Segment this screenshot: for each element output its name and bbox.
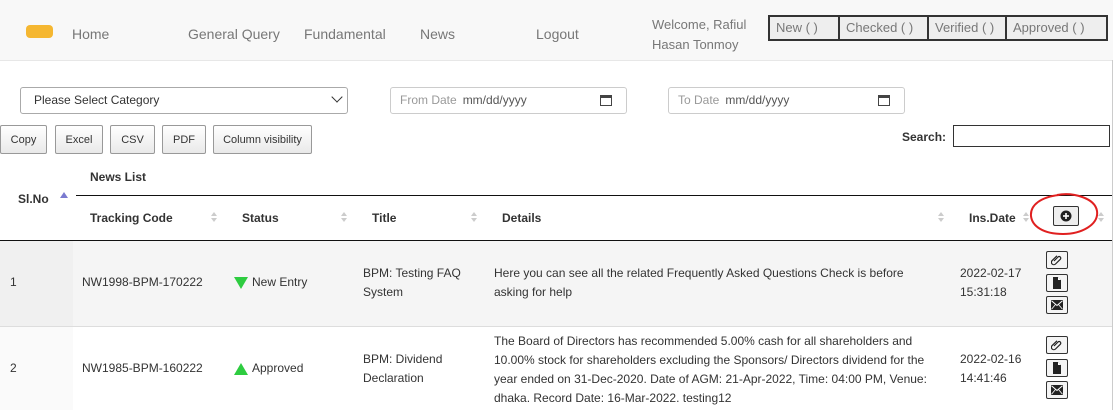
new-status-button[interactable]: New ( ) (768, 15, 840, 41)
arrow-up-green-icon (234, 362, 248, 375)
file-icon (1053, 277, 1061, 289)
attachment-button[interactable] (1046, 251, 1068, 269)
row-tracking-code: NW1985-BPM-160222 (82, 361, 203, 375)
row-date: 2022-02-16 (960, 352, 1022, 366)
details-header[interactable]: Details (502, 211, 541, 225)
document-button[interactable] (1046, 274, 1068, 292)
row-details-line: Here you can see all the related Frequen… (494, 266, 904, 280)
welcome-line1: Welcome, Rafiul (652, 17, 747, 32)
news-list-group-header: News List (90, 170, 147, 184)
header-divider (76, 195, 1112, 196)
search-label: Search: (902, 130, 947, 144)
sort-icon (1098, 212, 1105, 222)
top-navbar: Home General Query Fundamental News Logo… (0, 0, 1113, 61)
welcome-user-name: Hasan Tonmoy (652, 37, 739, 52)
sort-icon (211, 212, 218, 222)
row-time: 14:41:46 (960, 371, 1007, 385)
from-date-format: mm/dd/yyyy (462, 93, 527, 107)
row-status-text: Approved (252, 361, 304, 375)
nav-news-link[interactable]: News (420, 26, 455, 42)
approved-status-button[interactable]: Approved ( ) (1005, 15, 1108, 41)
sort-icon (471, 212, 478, 222)
paperclip-icon (1051, 255, 1062, 266)
row-title-line: BPM: Testing FAQ (363, 266, 461, 280)
column-visibility-button[interactable]: Column visibility (213, 125, 312, 154)
to-date-input[interactable]: To Date mm/dd/yyyy (668, 87, 905, 114)
row-slno: 2 (10, 361, 17, 375)
sort-icon (938, 212, 945, 222)
brand-logo[interactable] (26, 25, 53, 38)
status-header[interactable]: Status (242, 211, 279, 225)
row-details: Here you can see all the related Frequen… (494, 264, 904, 302)
tracking-code-header[interactable]: Tracking Code (90, 211, 173, 225)
row-status: New Entry (234, 273, 307, 292)
excel-button[interactable]: Excel (55, 125, 103, 154)
row-details: The Board of Directors has recommended 5… (494, 332, 927, 408)
attachment-button[interactable] (1046, 336, 1068, 354)
email-button[interactable] (1046, 381, 1068, 399)
csv-button[interactable]: CSV (110, 125, 155, 154)
chevron-down-icon (331, 91, 343, 103)
row-ins-date: 2022-02-17 15:31:18 (960, 264, 1021, 302)
row-status-text: New Entry (252, 275, 308, 289)
table-row: 2 NW1985-BPM-160222 Approved BPM: Divide… (0, 327, 1113, 410)
to-date-label: To Date (678, 93, 720, 107)
from-date-label: From Date (400, 93, 457, 107)
row-time: 15:31:18 (960, 285, 1007, 299)
nav-home-link[interactable]: Home (72, 26, 109, 42)
arrow-down-green-icon (234, 276, 248, 289)
category-select-value: Please Select Category (34, 93, 160, 107)
envelope-icon (1051, 385, 1063, 395)
to-date-format: mm/dd/yyyy (725, 93, 790, 107)
calendar-icon[interactable] (600, 95, 612, 106)
row-slno: 1 (10, 275, 17, 289)
email-button[interactable] (1046, 296, 1068, 314)
category-select[interactable]: Please Select Category (20, 87, 348, 114)
row-title-line: System (363, 285, 404, 299)
checked-status-button[interactable]: Checked ( ) (838, 15, 929, 41)
ins-date-header[interactable]: Ins.Date (969, 211, 1016, 225)
row-details-line: dhaka. Record Date: 16-Mar-2022. testing… (494, 391, 732, 405)
nav-logout-link[interactable]: Logout (536, 26, 579, 42)
row-tracking-code: NW1998-BPM-170222 (82, 275, 203, 289)
row-title: BPM: Dividend Declaration (363, 350, 442, 388)
row-details-line: 10.00% stock for shareholders excluding … (494, 353, 925, 367)
verified-status-button[interactable]: Verified ( ) (927, 15, 1007, 41)
row-date: 2022-02-17 (960, 266, 1022, 280)
pdf-button[interactable]: PDF (162, 125, 206, 154)
row-details-line: year ended on 31-Dec-2020. Date of AGM: … (494, 372, 927, 386)
copy-button[interactable]: Copy (0, 125, 47, 154)
table-row: 1 NW1998-BPM-170222 New Entry BPM: Testi… (0, 241, 1113, 327)
sort-asc-icon (60, 192, 68, 198)
file-icon (1053, 362, 1061, 374)
row-details-line: asking for help (494, 285, 573, 299)
row-title: BPM: Testing FAQ System (363, 264, 461, 302)
paperclip-icon (1051, 340, 1062, 351)
sort-icon (341, 212, 348, 222)
welcome-text: Welcome, Rafiul Hasan Tonmoy (652, 15, 746, 55)
row-ins-date: 2022-02-16 14:41:46 (960, 350, 1021, 388)
nav-general-query-link[interactable]: General Query (188, 26, 280, 42)
slno-header[interactable]: Sl.No (18, 192, 49, 206)
row-title-line: BPM: Dividend (363, 352, 443, 366)
nav-fundamental-link[interactable]: Fundamental (304, 26, 386, 42)
from-date-input[interactable]: From Date mm/dd/yyyy (390, 87, 627, 114)
row-status: Approved (234, 359, 303, 378)
row-details-line: The Board of Directors has recommended 5… (494, 334, 913, 348)
title-header[interactable]: Title (372, 211, 396, 225)
search-input[interactable] (953, 125, 1110, 147)
calendar-icon[interactable] (878, 95, 890, 106)
row-title-line: Declaration (363, 371, 424, 385)
envelope-icon (1051, 300, 1063, 310)
red-annotation-circle (1029, 193, 1099, 236)
document-button[interactable] (1046, 359, 1068, 377)
